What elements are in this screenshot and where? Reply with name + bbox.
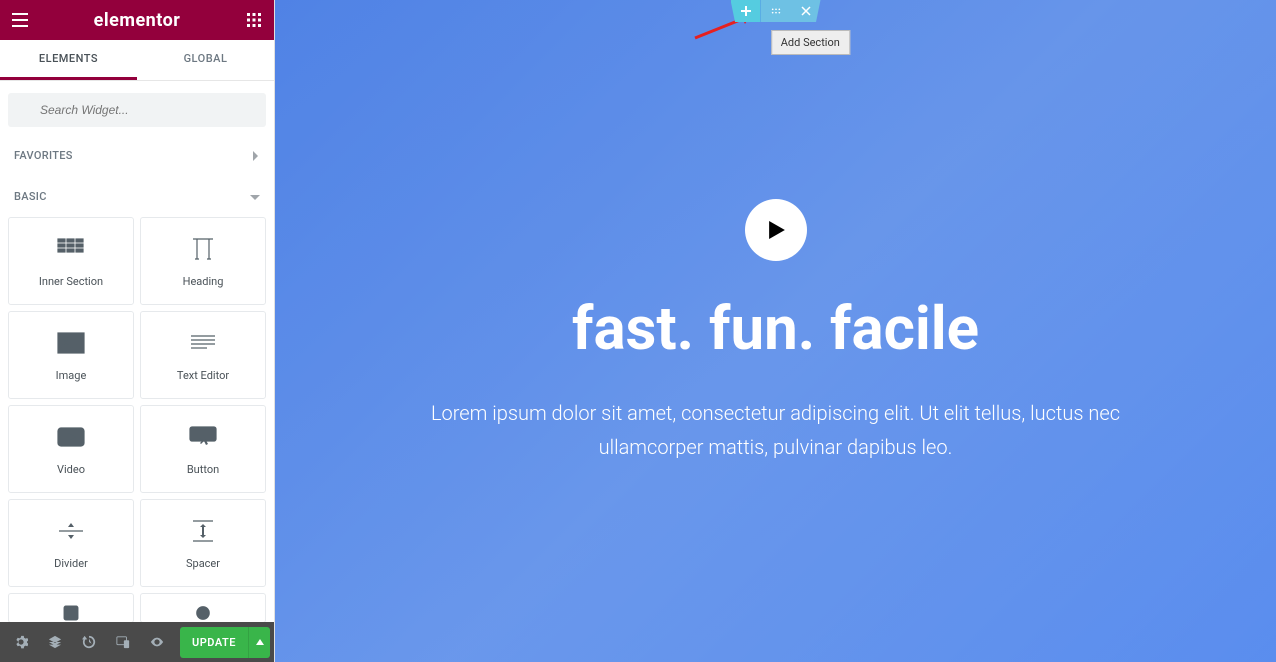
grid-icon <box>247 13 261 27</box>
widget-label: Inner Section <box>39 275 103 288</box>
widget-divider[interactable]: Divider <box>8 499 134 587</box>
tab-elements[interactable]: ELEMENTS <box>0 40 137 80</box>
close-icon <box>801 6 811 16</box>
panel-tabs: ELEMENTS GLOBAL <box>0 40 274 81</box>
delete-section-button[interactable] <box>791 0 821 22</box>
widget-label: Text Editor <box>177 369 229 382</box>
eye-icon <box>150 635 164 649</box>
widget-heading[interactable]: Heading <box>140 217 266 305</box>
widget-partial[interactable] <box>8 593 134 622</box>
edit-section-button[interactable] <box>761 0 791 22</box>
history-button[interactable] <box>72 622 106 662</box>
category-label: BASIC <box>14 190 47 203</box>
widget-button[interactable]: Button <box>140 405 266 493</box>
hero-text[interactable]: Lorem ipsum dolor sit amet, consectetur … <box>426 396 1126 464</box>
chevron-down-icon <box>250 192 260 202</box>
update-dropdown-button[interactable] <box>248 627 270 658</box>
update-button-group: UPDATE <box>180 627 270 658</box>
navigator-button[interactable] <box>38 622 72 662</box>
widget-label: Video <box>57 463 85 476</box>
hamburger-menu-button[interactable] <box>0 0 40 40</box>
sidebar-header: elementor <box>0 0 274 40</box>
hero-section: fast. fun. facile Lorem ipsum dolor sit … <box>275 0 1276 662</box>
maps-icon <box>57 604 85 622</box>
columns-icon <box>57 235 85 263</box>
search-wrap <box>0 81 274 135</box>
drag-dots-icon <box>771 6 781 16</box>
widget-label: Divider <box>54 557 88 570</box>
play-button[interactable] <box>745 199 807 261</box>
heading-icon <box>189 235 217 263</box>
chevron-right-icon <box>250 151 260 161</box>
responsive-icon <box>116 635 130 649</box>
add-section-tooltip: Add Section <box>771 30 850 55</box>
widget-partial[interactable] <box>140 593 266 622</box>
editor-sidebar: elementor ELEMENTS GLOBAL FAVORITES BASI… <box>0 0 275 662</box>
spacer-icon <box>189 517 217 545</box>
widget-inner-section[interactable]: Inner Section <box>8 217 134 305</box>
widgets-grid: Inner Section Heading Image Text Editor … <box>0 217 274 622</box>
plus-icon <box>741 6 751 16</box>
hamburger-icon <box>12 13 28 27</box>
category-basic[interactable]: BASIC <box>0 176 274 217</box>
icon-widget-icon <box>189 604 217 622</box>
text-editor-icon <box>189 329 217 357</box>
widget-video[interactable]: Video <box>8 405 134 493</box>
tab-global[interactable]: GLOBAL <box>137 40 274 80</box>
responsive-button[interactable] <box>106 622 140 662</box>
widget-image[interactable]: Image <box>8 311 134 399</box>
hero-title[interactable]: fast. fun. facile <box>572 293 979 364</box>
widget-label: Image <box>56 369 87 382</box>
play-icon <box>768 221 786 239</box>
search-input[interactable] <box>8 93 266 127</box>
widget-label: Heading <box>183 275 224 288</box>
apps-grid-button[interactable] <box>234 0 274 40</box>
section-handle <box>731 0 821 22</box>
preview-button[interactable] <box>140 622 174 662</box>
brand-logo: elementor <box>94 10 181 31</box>
button-icon <box>189 423 217 451</box>
history-icon <box>82 635 96 649</box>
widget-label: Button <box>187 463 219 476</box>
settings-button[interactable] <box>4 622 38 662</box>
gear-icon <box>14 635 28 649</box>
image-icon <box>57 329 85 357</box>
add-section-button[interactable] <box>731 0 761 22</box>
update-button[interactable]: UPDATE <box>180 627 248 658</box>
layers-icon <box>48 635 62 649</box>
caret-up-icon <box>256 639 264 645</box>
category-label: FAVORITES <box>14 149 73 162</box>
sidebar-footer: UPDATE <box>0 622 274 662</box>
divider-icon <box>57 517 85 545</box>
widget-label: Spacer <box>186 557 220 570</box>
widget-spacer[interactable]: Spacer <box>140 499 266 587</box>
editor-canvas: Add Section fast. fun. facile Lorem ipsu… <box>275 0 1276 662</box>
category-favorites[interactable]: FAVORITES <box>0 135 274 176</box>
widget-text-editor[interactable]: Text Editor <box>140 311 266 399</box>
video-icon <box>57 423 85 451</box>
